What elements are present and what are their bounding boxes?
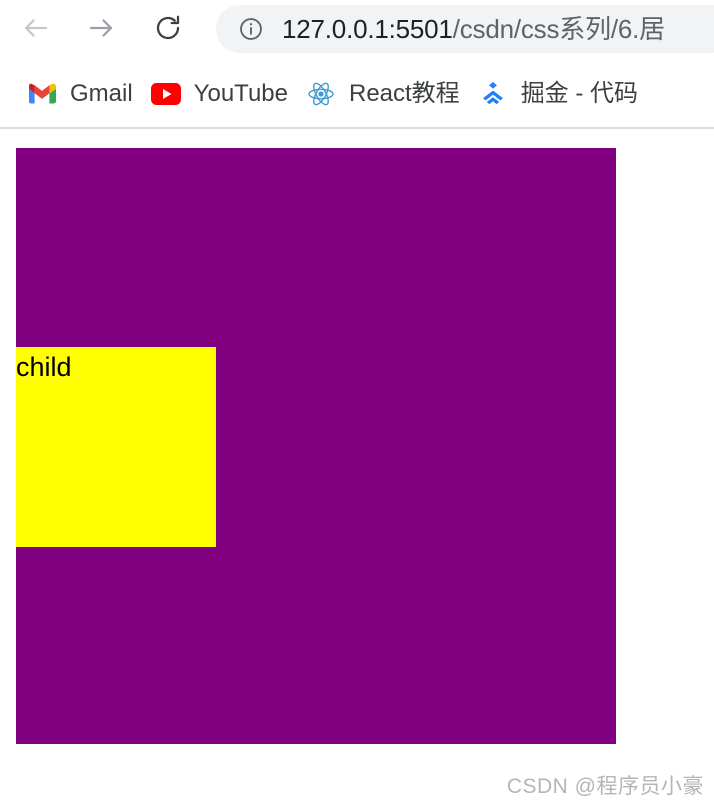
info-circle-icon[interactable] <box>238 16 264 42</box>
youtube-icon <box>150 79 181 109</box>
back-button[interactable] <box>16 10 56 50</box>
gmail-icon <box>27 79 57 109</box>
browser-chrome: 127.0.0.1:5501/csdn/css系列/6.居 Gmail YouT… <box>0 0 714 129</box>
bookmark-react-tutorial[interactable]: React教程 <box>297 72 469 116</box>
child-box-label: child <box>16 352 72 382</box>
url-path: /csdn/css系列/6.居 <box>452 14 665 44</box>
arrow-left-icon <box>21 13 51 48</box>
child-box: child <box>16 347 216 547</box>
page-viewport: child CSDN @程序员小豪 <box>0 129 714 810</box>
url-text: 127.0.0.1:5501/csdn/css系列/6.居 <box>282 16 665 42</box>
arrow-right-icon <box>86 13 116 48</box>
browser-toolbar: 127.0.0.1:5501/csdn/css系列/6.居 <box>0 0 714 60</box>
react-icon <box>306 79 336 109</box>
bookmarks-bar: Gmail YouTube React教程 掘金 - 代码 <box>0 60 714 128</box>
bookmark-label: 掘金 - 代码 <box>520 80 639 107</box>
address-bar[interactable]: 127.0.0.1:5501/csdn/css系列/6.居 <box>216 5 714 53</box>
juejin-icon <box>478 79 508 109</box>
bookmark-youtube[interactable]: YouTube <box>142 72 297 116</box>
bookmark-label: YouTube <box>193 80 288 107</box>
url-host: 127.0.0.1:5501 <box>282 14 453 44</box>
reload-button[interactable] <box>148 10 188 50</box>
forward-button[interactable] <box>81 10 121 50</box>
bookmark-label: React教程 <box>348 80 460 107</box>
reload-icon <box>153 13 183 48</box>
watermark: CSDN @程序员小豪 <box>506 775 704 798</box>
bookmark-juejin[interactable]: 掘金 - 代码 <box>469 72 647 116</box>
bookmark-label: Gmail <box>70 80 133 107</box>
parent-box: child <box>16 148 616 744</box>
bookmark-gmail[interactable]: Gmail <box>18 72 142 116</box>
